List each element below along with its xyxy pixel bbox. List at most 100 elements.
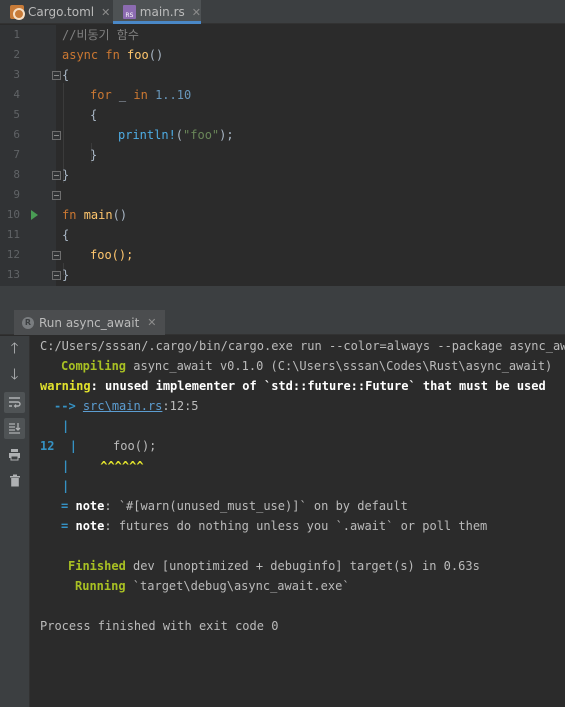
tab-cargo-toml[interactable]: Cargo.toml ✕ [0, 0, 112, 24]
note-text: : futures do nothing unless you `.await`… [104, 519, 488, 533]
code-line-4: for _ in 1..10 [90, 85, 191, 105]
code-editor[interactable]: 1 2 3 4 5 6 7 8 9 10 11 12 13 //비동기 함수 a… [0, 25, 565, 286]
punctuation: () [148, 48, 164, 62]
rust-run-config-icon: R [22, 316, 34, 329]
fold-marker-icon[interactable] [52, 191, 61, 200]
running-label: Running [75, 579, 126, 593]
line-number: 2 [13, 48, 20, 61]
line-number: 4 [13, 88, 20, 101]
rust-file-icon: RS [123, 5, 136, 19]
soft-wrap-icon[interactable] [4, 392, 25, 413]
string-literal: "foo" [183, 128, 220, 142]
code-line-13: } [62, 265, 69, 285]
console-note-line: = note: `#[warn(unused_must_use)]` on by… [61, 496, 408, 516]
comment: //비동기 함수 [62, 28, 139, 42]
up-arrow-icon[interactable]: 🡑 [4, 339, 25, 361]
punctuation: () [112, 208, 128, 222]
code-line-1: //비동기 함수 [62, 25, 139, 45]
location-rest: :12:5 [162, 399, 199, 413]
console-warning-line: warning: unused implementer of `std::fut… [40, 376, 546, 396]
console-location-line: --> src\main.rs:12:5 [54, 396, 199, 416]
trash-icon[interactable] [4, 470, 25, 491]
pipe: | [62, 459, 70, 473]
tab-main-rs[interactable]: RS main.rs ✕ [113, 0, 201, 24]
run-tab-label: Run async_await [39, 315, 140, 330]
pipe: | [62, 479, 70, 493]
line-number: 9 [13, 188, 20, 201]
close-icon[interactable]: ✕ [101, 6, 110, 19]
close-icon[interactable]: ✕ [147, 316, 156, 329]
note-text: : `#[warn(unused_must_use)]` on by defau… [104, 499, 408, 513]
code-line-6: println!("foo"); [118, 125, 234, 145]
console-caret-line: | ^^^^^^ [62, 456, 144, 476]
code-line-11: { [62, 225, 69, 245]
location-arrow: --> [54, 399, 76, 413]
warning-carets: ^^^^^^ [100, 459, 144, 473]
line-number: 5 [13, 108, 20, 121]
code-line-12: foo(); [90, 245, 133, 265]
line-number: 11 [6, 228, 20, 241]
range-literal: 1..10 [155, 88, 192, 102]
brace: } [90, 148, 98, 162]
fold-marker-icon[interactable] [52, 251, 61, 260]
running-text: `target\debug\async_await.exe` [125, 579, 350, 593]
console-running-line: Running `target\debug\async_await.exe` [75, 576, 350, 596]
console-compiling-line: Compiling async_await v0.1.0 (C:\Users\s… [61, 356, 552, 376]
note-label: note [75, 519, 105, 533]
pipe: | [69, 439, 77, 453]
brace: { [62, 68, 70, 82]
tab-label: Cargo.toml [28, 5, 95, 19]
console-note-line: = note: futures do nothing unless you `.… [61, 516, 487, 536]
code-line-number: 12 [40, 439, 55, 453]
variable: _ [111, 88, 134, 102]
pipe: | [62, 419, 70, 433]
brace: { [90, 108, 98, 122]
compiling-label: Compiling [61, 359, 127, 373]
keyword: fn [62, 208, 77, 222]
function-name: main [83, 208, 113, 222]
run-tool-window-header: R Run async_await ✕ [0, 310, 565, 335]
line-number: 12 [6, 248, 20, 261]
scroll-to-end-icon[interactable] [4, 418, 25, 439]
tab-run-async-await[interactable]: R Run async_await ✕ [14, 310, 165, 335]
console-command-line: C:/Users/sssan/.cargo/bin/cargo.exe run … [40, 339, 565, 353]
function-name: foo [127, 48, 149, 62]
brace: } [62, 268, 70, 282]
fold-marker-icon[interactable] [52, 71, 61, 80]
brace: { [62, 228, 70, 242]
fold-marker-icon[interactable] [52, 171, 61, 180]
console-exit-line: Process finished with exit code 0 [40, 619, 279, 633]
note-equals: = [61, 519, 69, 533]
down-arrow-icon[interactable]: 🡓 [4, 365, 25, 387]
keyword: async fn [62, 48, 120, 62]
code-line-10: fn main() [62, 205, 127, 225]
console-pipe-line: | [62, 476, 69, 496]
code-line-7: } [90, 145, 97, 165]
fold-marker-icon[interactable] [52, 131, 61, 140]
keyword: for [90, 88, 112, 102]
console-code-line: 12 | foo(); [40, 436, 156, 456]
keyword: in [133, 88, 148, 102]
fold-marker-icon[interactable] [52, 271, 61, 280]
source-location-link[interactable]: src\main.rs [83, 399, 162, 413]
print-icon[interactable] [4, 444, 25, 465]
punctuation: ( [175, 128, 184, 142]
function-call: foo(); [90, 248, 134, 262]
line-number: 7 [13, 148, 20, 161]
close-icon[interactable]: ✕ [192, 6, 201, 19]
macro: println! [118, 128, 176, 142]
line-number: 6 [13, 128, 20, 141]
line-number: 10 [6, 208, 20, 221]
tab-label: main.rs [139, 5, 185, 19]
run-toolbar: 🡑 🡓 [0, 336, 30, 707]
punctuation: ); [219, 128, 234, 142]
console-output[interactable]: C:/Users/sssan/.cargo/bin/cargo.exe run … [31, 336, 565, 707]
panel-splitter[interactable] [0, 286, 565, 310]
finished-label: Finished [68, 559, 126, 573]
line-number: 3 [13, 68, 20, 81]
run-gutter-icon[interactable] [31, 210, 38, 220]
compiling-text: async_await v0.1.0 (C:\Users\sssan\Codes… [126, 359, 553, 373]
brace: } [62, 168, 70, 182]
warning-text: : unused implementer of `std::future::Fu… [90, 379, 546, 393]
warning-label: warning [40, 379, 91, 393]
